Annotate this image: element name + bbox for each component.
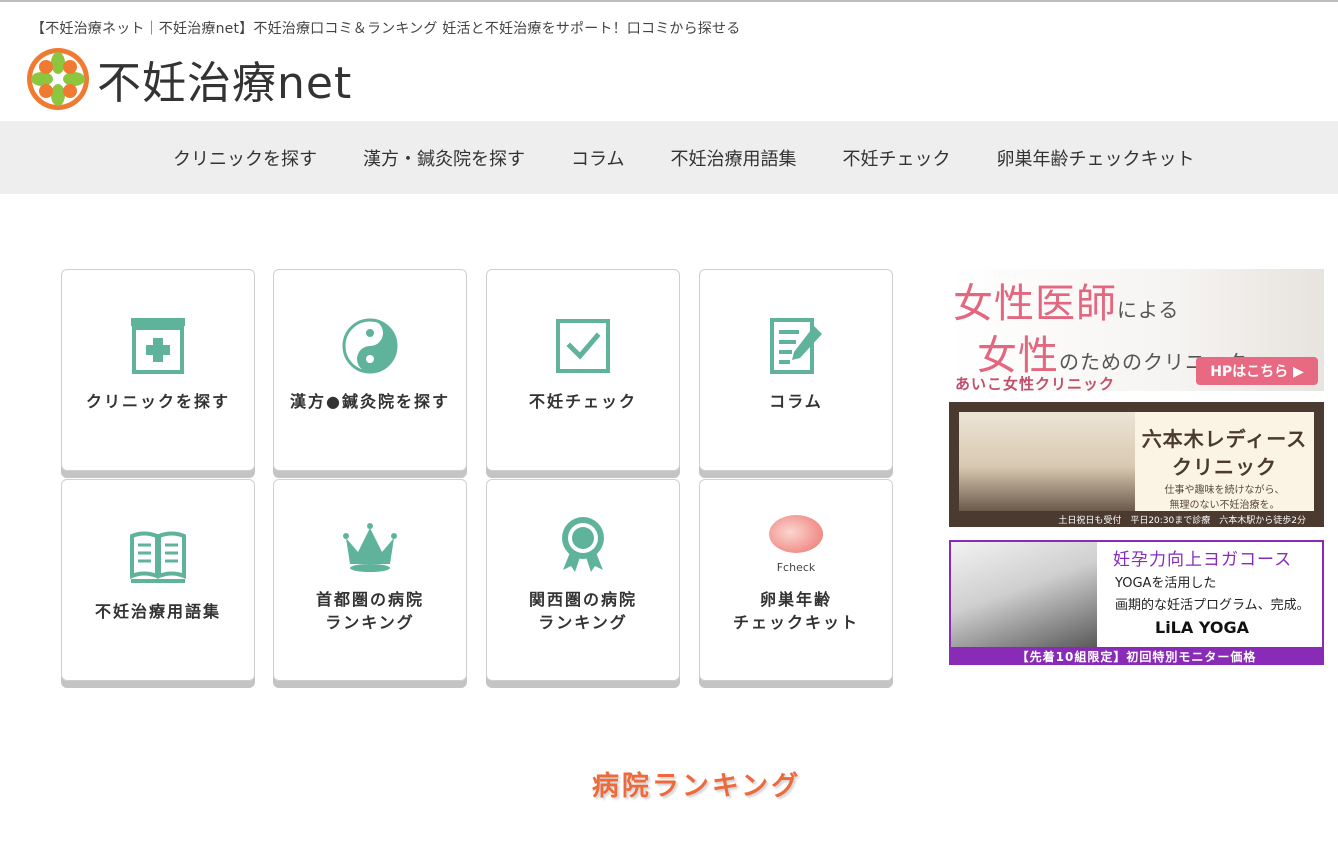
nav-item-check[interactable]: 不妊チェック: [819, 145, 973, 171]
banner-aiko-hp-button[interactable]: HPはこちら ▶: [1196, 357, 1318, 385]
banner-roppongi-title2: クリニック: [1172, 455, 1277, 479]
nav-item-glossary[interactable]: 不妊治療用語集: [647, 145, 819, 171]
tile-label: ランキング: [325, 613, 415, 632]
banner-yoga-line2: 画期的な妊活プログラム、完成。: [1115, 598, 1310, 613]
banner-yoga-photo: [951, 542, 1097, 647]
banner-yoga-footer: 【先着10組限定】初回特別モニター価格: [1016, 650, 1257, 664]
hospital-ranking-heading: 病院ランキング: [591, 771, 802, 802]
tile-label: 卵巣年齢: [759, 590, 832, 609]
book-icon: [130, 531, 186, 583]
banner-roppongi-clinic[interactable]: 六本木レディース クリニック 仕事や趣味を続けながら、 無理のない不妊治療を。 …: [949, 402, 1324, 527]
tile-ovarian-kit[interactable]: Fcheck 卵巣年齢 チェックキット: [699, 479, 893, 681]
yin-yang-icon: [342, 318, 398, 374]
nav-item-column[interactable]: コラム: [548, 145, 647, 171]
logo-text: 不妊治療net: [97, 58, 353, 109]
banner-yoga-panel: 妊孕力向上ヨガコース YOGAを活用した 画期的な妊活プログラム、完成。 LiL…: [1097, 542, 1322, 647]
banner-roppongi-sub1: 仕事や趣味を続けながら、: [1164, 485, 1285, 496]
banner-roppongi-panel: 六本木レディース クリニック 仕事や趣味を続けながら、 無理のない不妊治療を。: [1135, 412, 1314, 511]
flower-logo-icon: [27, 48, 89, 110]
note-pencil-icon: [770, 318, 822, 374]
nav-item-kampo[interactable]: 漢方・鍼灸院を探す: [340, 145, 548, 171]
clinic-icon: [131, 318, 185, 374]
banner-roppongi-title1: 六本木レディース: [1141, 427, 1308, 451]
tile-label: 不妊チェック: [528, 392, 637, 411]
tile-kampo[interactable]: 漢方●鍼灸院を探す: [273, 269, 467, 471]
tile-label: 首都圏の病院: [315, 590, 424, 609]
banner-roppongi-footer: 土日祝日も受付 平日20:30まで診療 六本木駅から徒歩2分: [1058, 516, 1306, 526]
tile-label: コラム: [769, 392, 823, 411]
fcheck-text: Fcheck: [777, 561, 816, 574]
tile-label: クリニックを探す: [85, 392, 230, 411]
main-nav: クリニックを探す 漢方・鍼灸院を探す コラム 不妊治療用語集 不妊チェック 卵巣…: [0, 121, 1338, 194]
banner-yoga-title: 妊孕力向上ヨガコース: [1113, 550, 1293, 570]
site-logo[interactable]: 不妊治療net: [25, 46, 352, 112]
banner-lila-yoga[interactable]: 妊孕力向上ヨガコース YOGAを活用した 画期的な妊活プログラム、完成。 LiL…: [949, 540, 1324, 665]
tile-clinic[interactable]: クリニックを探す: [61, 269, 255, 471]
fcheck-logo-icon: Fcheck: [769, 515, 823, 574]
tile-glossary[interactable]: 不妊治療用語集: [61, 479, 255, 681]
tile-label: 不妊治療用語集: [94, 602, 221, 621]
tile-kansai-ranking[interactable]: 関西圏の病院 ランキング: [486, 479, 680, 681]
banner-yoga-brand: LiLA YOGA: [1155, 618, 1249, 637]
tile-column[interactable]: コラム: [699, 269, 893, 471]
award-badge-icon: [562, 517, 604, 572]
banner-yoga-line1: YOGAを活用した: [1115, 576, 1217, 591]
site-tagline: 【不妊治療ネット｜不妊治療net】不妊治療口コミ＆ランキング 妊活と不妊治療をサ…: [31, 21, 741, 37]
crown-icon: [343, 523, 397, 572]
tile-label: チェックキット: [732, 613, 859, 632]
category-tiles: クリニックを探す 漢方●鍼灸院を探す 不妊チェック コラム 不妊治療用語集 首都…: [61, 269, 894, 681]
banner-roppongi-sub2: 無理のない不妊治療を。: [1169, 500, 1280, 511]
tile-label: ランキング: [538, 613, 628, 632]
nav-item-ovarian-kit[interactable]: 卵巣年齢チェックキット: [973, 145, 1217, 171]
tile-tokyo-ranking[interactable]: 首都圏の病院 ランキング: [273, 479, 467, 681]
top-border: [0, 0, 1338, 2]
banner-aiko-name: あいこ女性クリニック: [955, 375, 1116, 391]
banner-aiko-line1: 女性医師による: [953, 281, 1180, 327]
banner-aiko-clinic[interactable]: 女性医師による 女性のためのクリニック あいこ女性クリニック HPはこちら ▶: [949, 269, 1324, 391]
tile-label: 関西圏の病院: [528, 590, 637, 609]
tile-check[interactable]: 不妊チェック: [486, 269, 680, 471]
tile-label: 漢方●鍼灸院を探す: [290, 392, 450, 411]
checkbox-icon: [556, 319, 610, 373]
nav-item-clinic[interactable]: クリニックを探す: [150, 145, 340, 171]
banner-roppongi-photo: [959, 412, 1135, 511]
